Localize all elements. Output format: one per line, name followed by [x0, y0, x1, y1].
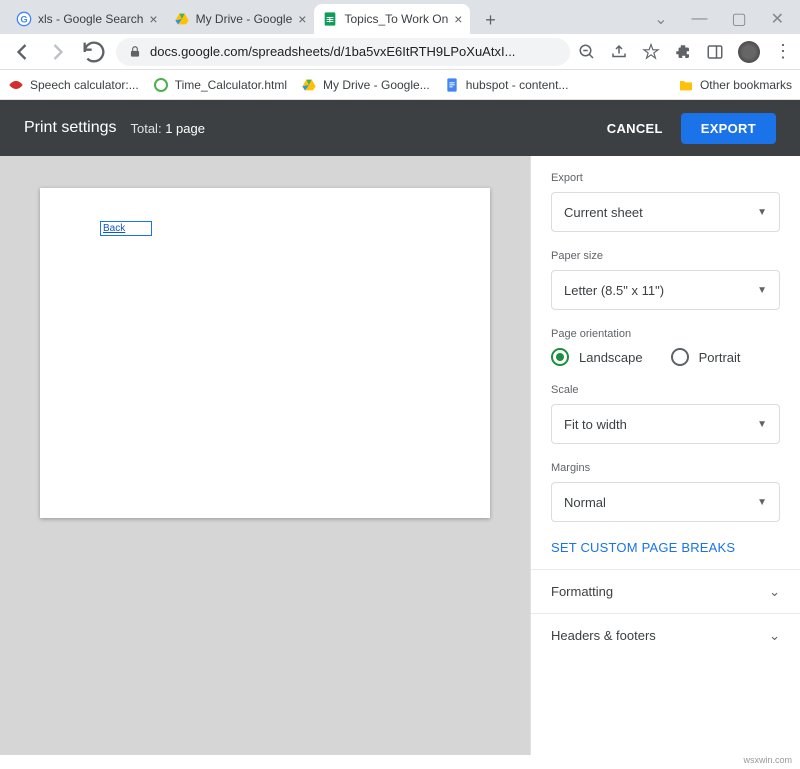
orientation-label: Page orientation: [551, 328, 780, 340]
share-icon[interactable]: [610, 43, 628, 61]
radio-icon: [671, 348, 689, 366]
tab-title: xls - Google Search: [38, 12, 143, 26]
bookmark-label: hubspot - content...: [466, 78, 569, 92]
preview-cell: Back: [100, 221, 152, 236]
window-controls: ⌄ — ▢ ✕: [638, 4, 800, 34]
chevron-down-icon[interactable]: ⌄: [654, 9, 667, 29]
forward-button[interactable]: [44, 38, 72, 66]
main-area: Back Export Current sheet ▼ Paper size L…: [0, 156, 800, 755]
chevron-down-icon: ▼: [757, 497, 767, 508]
zoom-icon[interactable]: [578, 43, 596, 61]
orientation-portrait[interactable]: Portrait: [671, 348, 741, 366]
bookmarks-bar: Speech calculator:... Time_Calculator.ht…: [0, 70, 800, 100]
page-preview: Back: [40, 188, 490, 518]
orientation-landscape[interactable]: Landscape: [551, 348, 643, 366]
bookmark-label: Other bookmarks: [700, 78, 792, 92]
bookmark-hubspot[interactable]: hubspot - content...: [444, 77, 569, 93]
tab-title: My Drive - Google: [196, 12, 293, 26]
folder-icon: [678, 77, 694, 93]
tab-my-drive[interactable]: My Drive - Google ×: [166, 4, 315, 34]
close-icon[interactable]: ×: [298, 11, 306, 27]
tab-google-search[interactable]: G xls - Google Search ×: [8, 4, 166, 34]
green-circle-icon: [153, 77, 169, 93]
lock-icon: [128, 45, 142, 59]
select-value: Current sheet: [564, 205, 643, 220]
url-text: docs.google.com/spreadsheets/d/1ba5vxE6I…: [150, 44, 515, 59]
bookmark-label: Speech calculator:...: [30, 78, 139, 92]
close-icon[interactable]: ×: [149, 11, 157, 27]
red-icon: [8, 77, 24, 93]
chevron-down-icon: ▼: [757, 207, 767, 218]
profile-avatar[interactable]: [738, 41, 760, 63]
scale-select[interactable]: Fit to width ▼: [551, 404, 780, 444]
settings-panel: Export Current sheet ▼ Paper size Letter…: [530, 156, 800, 755]
export-select[interactable]: Current sheet ▼: [551, 192, 780, 232]
new-tab-button[interactable]: +: [476, 6, 504, 34]
sidepanel-icon[interactable]: [706, 43, 724, 61]
custom-page-breaks-link[interactable]: SET CUSTOM PAGE BREAKS: [551, 540, 780, 555]
extensions-icon[interactable]: [674, 43, 692, 61]
svg-text:G: G: [20, 14, 27, 24]
close-window-icon[interactable]: ✕: [771, 9, 784, 29]
paper-size-select[interactable]: Letter (8.5" x 11") ▼: [551, 270, 780, 310]
formatting-expand[interactable]: Formatting ⌄: [531, 569, 800, 613]
select-value: Normal: [564, 495, 606, 510]
page-title: Print settings: [24, 119, 116, 137]
chevron-down-icon: ▼: [757, 419, 767, 430]
export-label: Export: [551, 172, 780, 184]
margins-select[interactable]: Normal ▼: [551, 482, 780, 522]
menu-icon[interactable]: ⋮: [774, 43, 792, 61]
google-icon: G: [16, 11, 32, 27]
url-field[interactable]: docs.google.com/spreadsheets/d/1ba5vxE6I…: [116, 38, 570, 66]
bookmark-label: Time_Calculator.html: [175, 78, 287, 92]
preview-link: Back: [103, 223, 149, 234]
star-icon[interactable]: [642, 43, 660, 61]
paper-size-label: Paper size: [551, 250, 780, 262]
bookmark-drive[interactable]: My Drive - Google...: [301, 77, 430, 93]
bookmark-label: My Drive - Google...: [323, 78, 430, 92]
radio-label: Landscape: [579, 350, 643, 365]
chevron-down-icon: ⌄: [769, 584, 780, 600]
bookmark-time[interactable]: Time_Calculator.html: [153, 77, 287, 93]
tab-title: Topics_To Work On: [344, 12, 448, 26]
chevron-down-icon: ⌄: [769, 628, 780, 644]
close-icon[interactable]: ×: [454, 11, 462, 27]
headers-footers-expand[interactable]: Headers & footers ⌄: [531, 613, 800, 657]
minimize-icon[interactable]: —: [691, 10, 707, 28]
other-bookmarks[interactable]: Other bookmarks: [678, 77, 792, 93]
radio-icon: [551, 348, 569, 366]
app-header: Print settings Total: 1 page CANCEL EXPO…: [0, 100, 800, 156]
bookmark-speech[interactable]: Speech calculator:...: [8, 77, 139, 93]
tab-topics[interactable]: Topics_To Work On ×: [314, 4, 470, 34]
cancel-button[interactable]: CANCEL: [593, 113, 677, 144]
export-button[interactable]: EXPORT: [681, 113, 776, 144]
select-value: Fit to width: [564, 417, 627, 432]
drive-icon: [174, 11, 190, 27]
expand-label: Formatting: [551, 584, 613, 599]
reload-button[interactable]: [80, 38, 108, 66]
radio-label: Portrait: [699, 350, 741, 365]
docs-icon: [444, 77, 460, 93]
maximize-icon[interactable]: ▢: [731, 9, 746, 29]
back-button[interactable]: [8, 38, 36, 66]
address-bar: docs.google.com/spreadsheets/d/1ba5vxE6I…: [0, 34, 800, 70]
sheets-icon: [322, 11, 338, 27]
watermark: wsxwin.com: [0, 755, 800, 769]
page-count: Total: 1 page: [130, 121, 204, 136]
expand-label: Headers & footers: [551, 628, 656, 643]
scale-label: Scale: [551, 384, 780, 396]
browser-tabs: G xls - Google Search × My Drive - Googl…: [0, 0, 800, 34]
margins-label: Margins: [551, 462, 780, 474]
select-value: Letter (8.5" x 11"): [564, 283, 664, 298]
preview-area: Back: [0, 156, 530, 755]
drive-icon: [301, 77, 317, 93]
chevron-down-icon: ▼: [757, 285, 767, 296]
